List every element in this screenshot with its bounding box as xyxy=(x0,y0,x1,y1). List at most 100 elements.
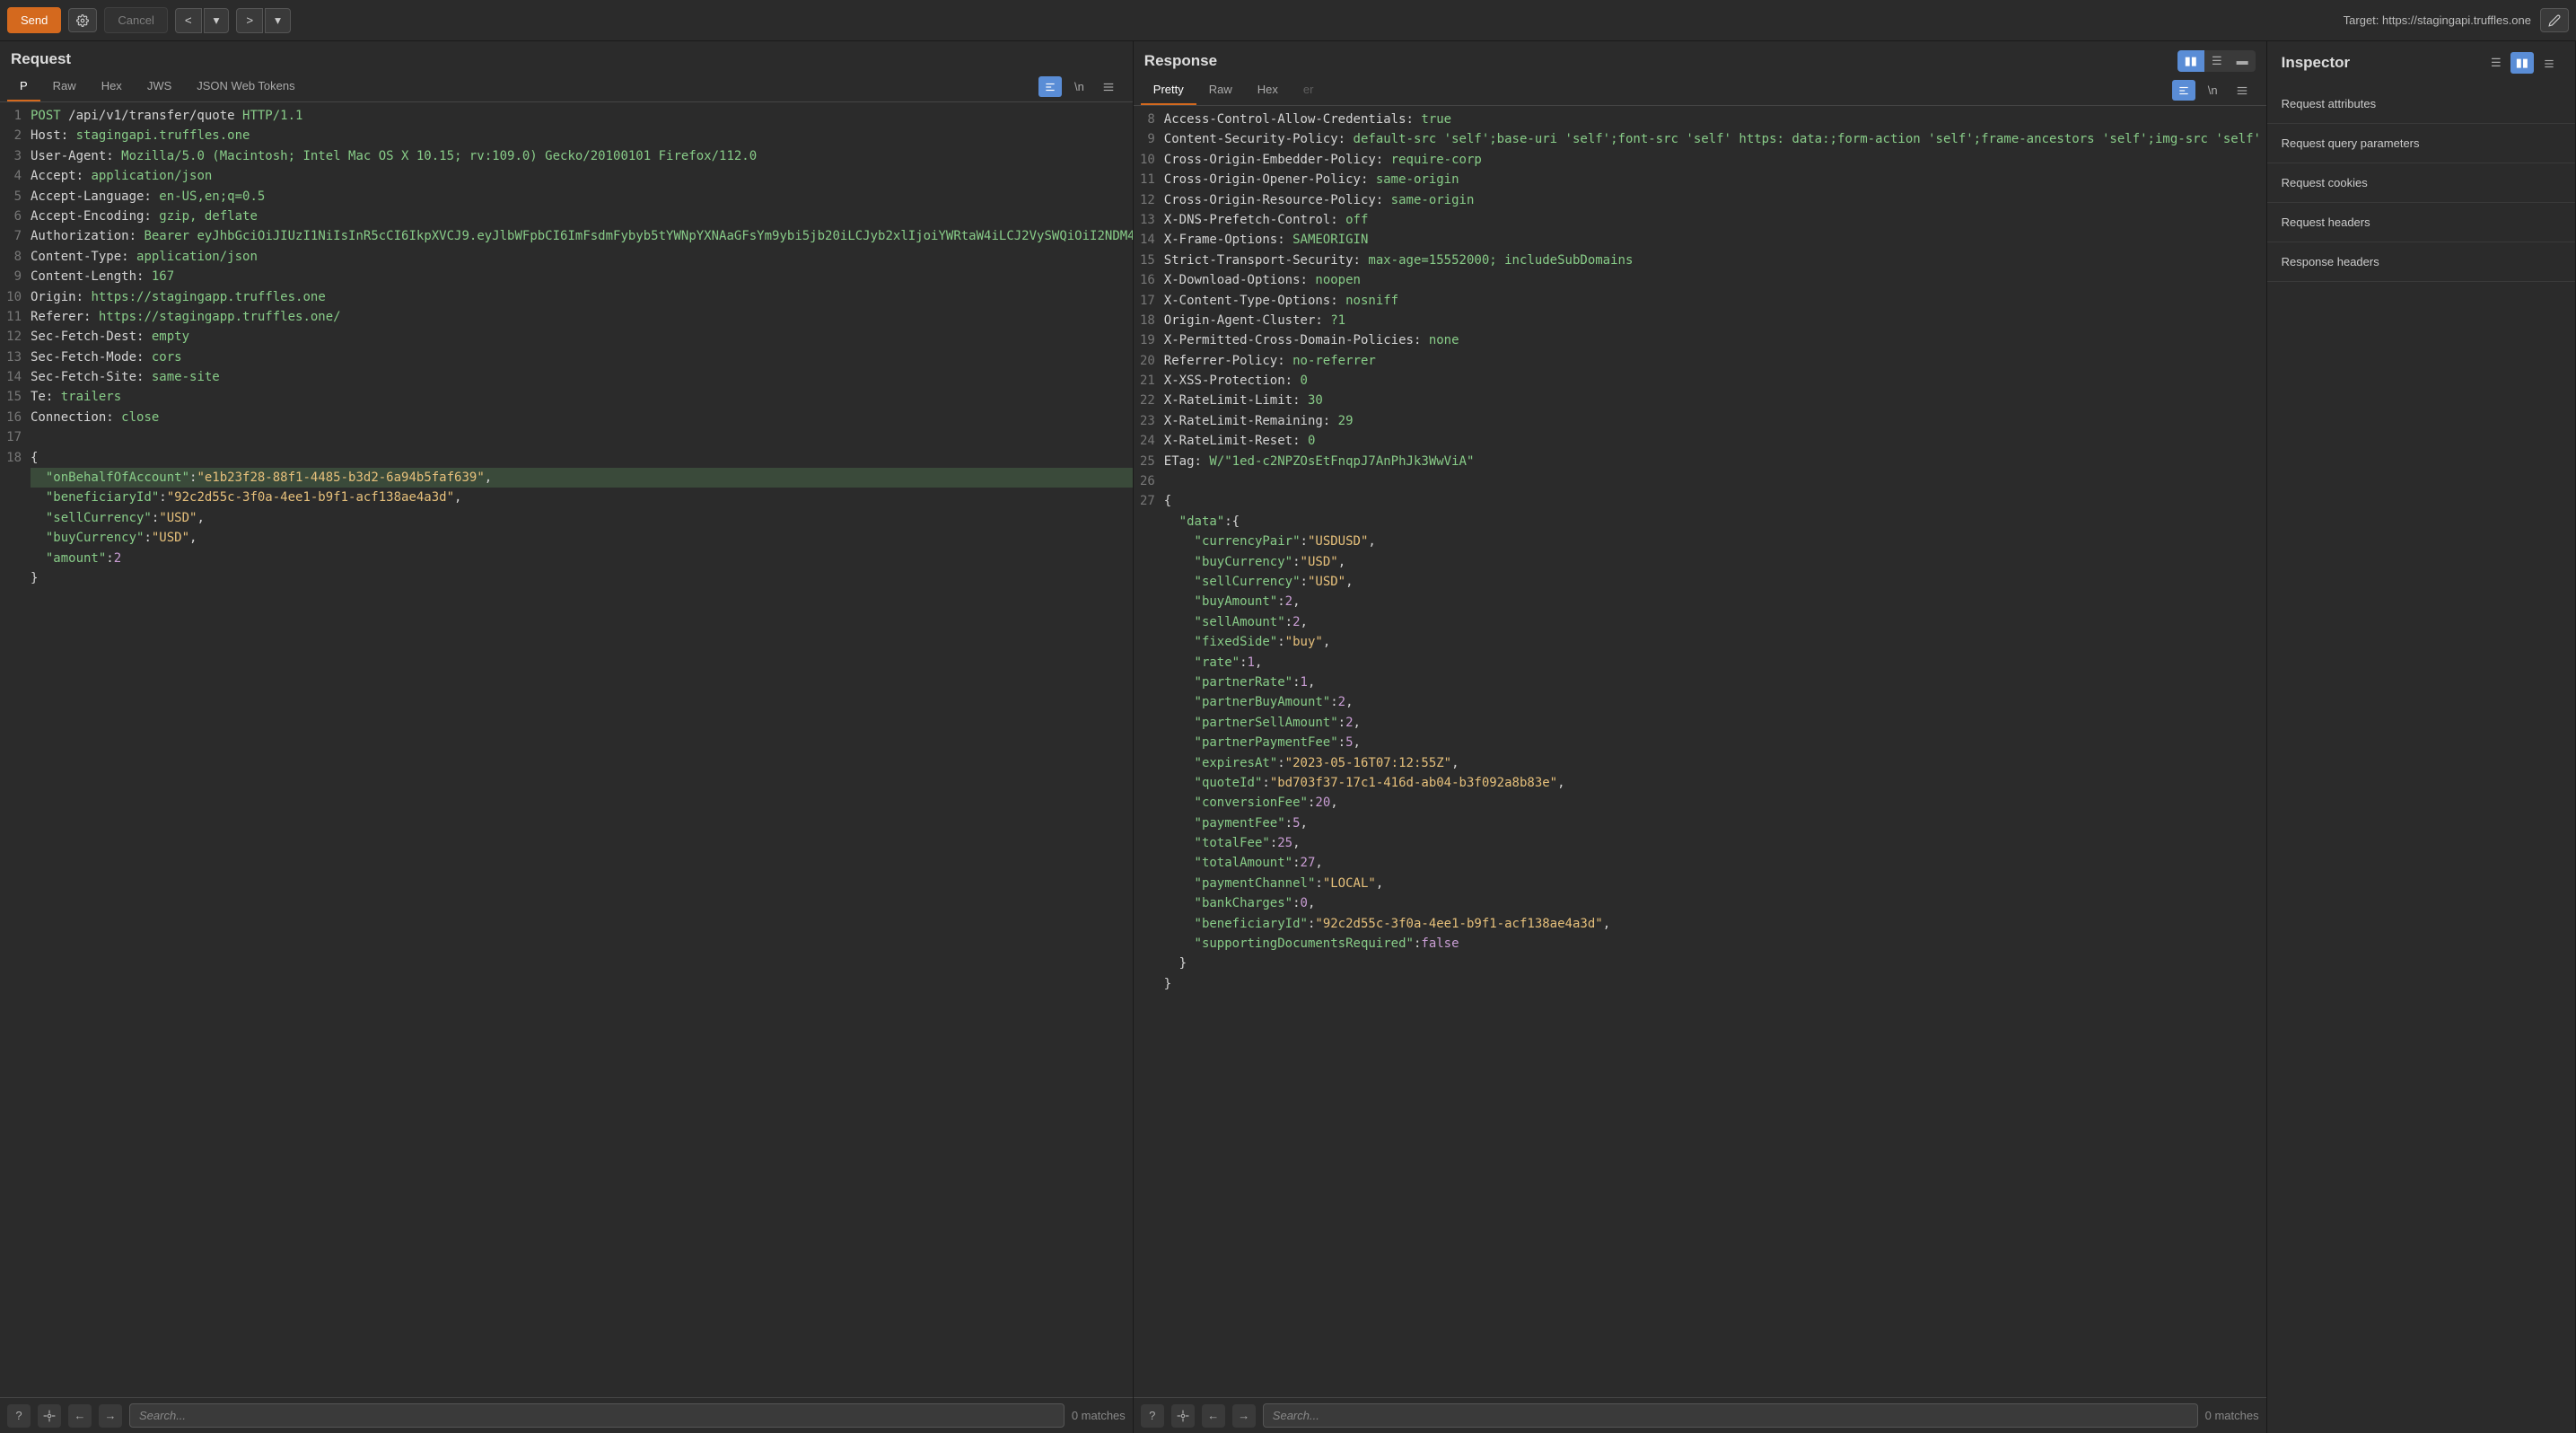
newline-toggle-button[interactable]: \n xyxy=(1069,76,1090,97)
code-line[interactable]: 17X-Content-Type-Options: nosniff xyxy=(1134,291,2266,311)
code-line[interactable]: "supportingDocumentsRequired":false xyxy=(1134,934,2266,954)
history-back-dropdown[interactable]: ▾ xyxy=(204,8,230,33)
code-line[interactable]: "buyCurrency":"USD", xyxy=(1134,552,2266,572)
tab-jws[interactable]: JWS xyxy=(135,72,184,101)
tab-render[interactable]: er xyxy=(1291,75,1327,105)
inspector-expand-button[interactable] xyxy=(2537,52,2561,74)
code-line[interactable]: "paymentChannel":"LOCAL", xyxy=(1134,874,2266,893)
code-line[interactable]: 11Cross-Origin-Opener-Policy: same-origi… xyxy=(1134,170,2266,189)
code-line[interactable]: "expiresAt":"2023-05-16T07:12:55Z", xyxy=(1134,753,2266,773)
inspector-item-request-headers[interactable]: Request headers xyxy=(2267,203,2575,242)
code-line[interactable]: 14Sec-Fetch-Site: same-site xyxy=(0,367,1133,387)
layout-single-button[interactable]: ▬ xyxy=(2230,50,2256,72)
code-line[interactable]: 9Content-Security-Policy: default-src 's… xyxy=(1134,129,2266,149)
code-line[interactable]: 15Strict-Transport-Security: max-age=155… xyxy=(1134,251,2266,270)
code-line[interactable]: 18Origin-Agent-Cluster: ?1 xyxy=(1134,311,2266,330)
pretty-toggle-button[interactable] xyxy=(1038,76,1062,98)
history-forward-button[interactable]: > xyxy=(236,8,263,33)
history-forward-dropdown[interactable]: ▾ xyxy=(265,8,291,33)
response-editor[interactable]: 8Access-Control-Allow-Credentials: true9… xyxy=(1134,106,2266,1397)
code-line[interactable]: 3User-Agent: Mozilla/5.0 (Macintosh; Int… xyxy=(0,146,1133,166)
code-line[interactable]: 12Cross-Origin-Resource-Policy: same-ori… xyxy=(1134,190,2266,210)
search-next-button[interactable]: → xyxy=(99,1404,122,1428)
code-line[interactable]: 7Authorization: Bearer eyJhbGciOiJIUzI1N… xyxy=(0,226,1133,246)
code-line[interactable]: "conversionFee":20, xyxy=(1134,793,2266,813)
response-search-input[interactable] xyxy=(1263,1403,2198,1428)
code-line[interactable]: 2Host: stagingapi.truffles.one xyxy=(0,126,1133,145)
request-editor[interactable]: 1POST /api/v1/transfer/quote HTTP/1.12Ho… xyxy=(0,102,1133,1397)
code-line[interactable]: 13Sec-Fetch-Mode: cors xyxy=(0,347,1133,367)
inspector-item-request-attributes[interactable]: Request attributes xyxy=(2267,84,2575,124)
code-line[interactable]: "totalFee":25, xyxy=(1134,833,2266,853)
code-line[interactable]: "quoteId":"bd703f37-17c1-416d-ab04-b3f09… xyxy=(1134,773,2266,793)
code-line[interactable]: } xyxy=(1134,974,2266,994)
edit-target-button[interactable] xyxy=(2540,8,2569,33)
search-help-button[interactable]: ? xyxy=(1141,1404,1164,1428)
code-line[interactable]: "partnerRate":1, xyxy=(1134,673,2266,692)
tab-raw[interactable]: Raw xyxy=(40,72,89,101)
code-line[interactable]: 11Referer: https://stagingapp.truffles.o… xyxy=(0,307,1133,327)
code-line[interactable]: 27{ xyxy=(1134,491,2266,511)
code-line[interactable]: "data":{ xyxy=(1134,512,2266,532)
inspector-list-view-button[interactable]: ☰ xyxy=(2485,52,2507,74)
code-line[interactable]: "fixedSide":"buy", xyxy=(1134,632,2266,652)
code-line[interactable]: 8Access-Control-Allow-Credentials: true xyxy=(1134,110,2266,129)
request-search-input[interactable] xyxy=(129,1403,1065,1428)
code-line[interactable]: 19X-Permitted-Cross-Domain-Policies: non… xyxy=(1134,330,2266,350)
code-line[interactable]: 26 xyxy=(1134,471,2266,491)
code-line[interactable]: "buyCurrency":"USD", xyxy=(0,528,1133,548)
code-line[interactable]: 12Sec-Fetch-Dest: empty xyxy=(0,327,1133,347)
code-line[interactable]: "sellCurrency":"USD", xyxy=(1134,572,2266,592)
history-back-button[interactable]: < xyxy=(175,8,202,33)
code-line[interactable]: "amount":2 xyxy=(0,549,1133,568)
settings-button[interactable] xyxy=(68,8,97,32)
code-line[interactable]: 10Origin: https://stagingapp.truffles.on… xyxy=(0,287,1133,307)
code-line[interactable]: 6Accept-Encoding: gzip, deflate xyxy=(0,207,1133,226)
code-line[interactable]: "currencyPair":"USDUSD", xyxy=(1134,532,2266,551)
code-line[interactable]: 18{ xyxy=(0,448,1133,468)
code-line[interactable]: 14X-Frame-Options: SAMEORIGIN xyxy=(1134,230,2266,250)
inspector-item-request-query-parameters[interactable]: Request query parameters xyxy=(2267,124,2575,163)
code-line[interactable]: "partnerBuyAmount":2, xyxy=(1134,692,2266,712)
code-line[interactable]: "beneficiaryId":"92c2d55c-3f0a-4ee1-b9f1… xyxy=(0,488,1133,507)
code-line[interactable]: 23X-RateLimit-Remaining: 29 xyxy=(1134,411,2266,431)
code-line[interactable]: "partnerPaymentFee":5, xyxy=(1134,733,2266,752)
search-help-button[interactable]: ? xyxy=(7,1404,31,1428)
code-line[interactable]: 4Accept: application/json xyxy=(0,166,1133,186)
code-line[interactable]: 24X-RateLimit-Reset: 0 xyxy=(1134,431,2266,451)
send-button[interactable]: Send xyxy=(7,7,61,33)
inspector-item-response-headers[interactable]: Response headers xyxy=(2267,242,2575,282)
code-line[interactable]: 16Connection: close xyxy=(0,408,1133,427)
code-line[interactable]: "sellCurrency":"USD", xyxy=(0,508,1133,528)
code-line[interactable]: 15Te: trailers xyxy=(0,387,1133,407)
code-line[interactable]: } xyxy=(0,568,1133,588)
tab-pretty[interactable]: Pretty xyxy=(1141,75,1196,105)
tab-p[interactable]: P xyxy=(7,72,40,101)
search-prev-button[interactable]: ← xyxy=(1202,1404,1225,1428)
code-line[interactable]: "partnerSellAmount":2, xyxy=(1134,713,2266,733)
code-line[interactable]: 13X-DNS-Prefetch-Control: off xyxy=(1134,210,2266,230)
code-line[interactable]: 8Content-Type: application/json xyxy=(0,247,1133,267)
tab-hex[interactable]: Hex xyxy=(89,72,135,101)
search-settings-button[interactable] xyxy=(38,1404,61,1428)
pretty-toggle-button[interactable] xyxy=(2172,80,2195,101)
code-line[interactable]: 5Accept-Language: en-US,en;q=0.5 xyxy=(0,187,1133,207)
inspector-item-request-cookies[interactable]: Request cookies xyxy=(2267,163,2575,203)
code-line[interactable]: 9Content-Length: 167 xyxy=(0,267,1133,286)
code-line[interactable]: "bankCharges":0, xyxy=(1134,893,2266,913)
tab-json-web-tokens[interactable]: JSON Web Tokens xyxy=(184,72,307,101)
menu-button[interactable] xyxy=(2230,80,2254,101)
code-line[interactable]: 1POST /api/v1/transfer/quote HTTP/1.1 xyxy=(0,106,1133,126)
layout-columns-button[interactable]: ▮▮ xyxy=(2177,50,2204,72)
code-line[interactable]: "paymentFee":5, xyxy=(1134,813,2266,833)
search-settings-button[interactable] xyxy=(1171,1404,1195,1428)
newline-toggle-button[interactable]: \n xyxy=(2203,80,2223,101)
cancel-button[interactable]: Cancel xyxy=(104,7,167,33)
code-line[interactable]: 22X-RateLimit-Limit: 30 xyxy=(1134,391,2266,410)
code-line[interactable]: "beneficiaryId":"92c2d55c-3f0a-4ee1-b9f1… xyxy=(1134,914,2266,934)
code-line[interactable]: 17 xyxy=(0,427,1133,447)
code-line[interactable]: 21X-XSS-Protection: 0 xyxy=(1134,371,2266,391)
code-line[interactable]: 10Cross-Origin-Embedder-Policy: require-… xyxy=(1134,150,2266,170)
code-line[interactable]: "totalAmount":27, xyxy=(1134,853,2266,873)
menu-button[interactable] xyxy=(1097,76,1120,98)
